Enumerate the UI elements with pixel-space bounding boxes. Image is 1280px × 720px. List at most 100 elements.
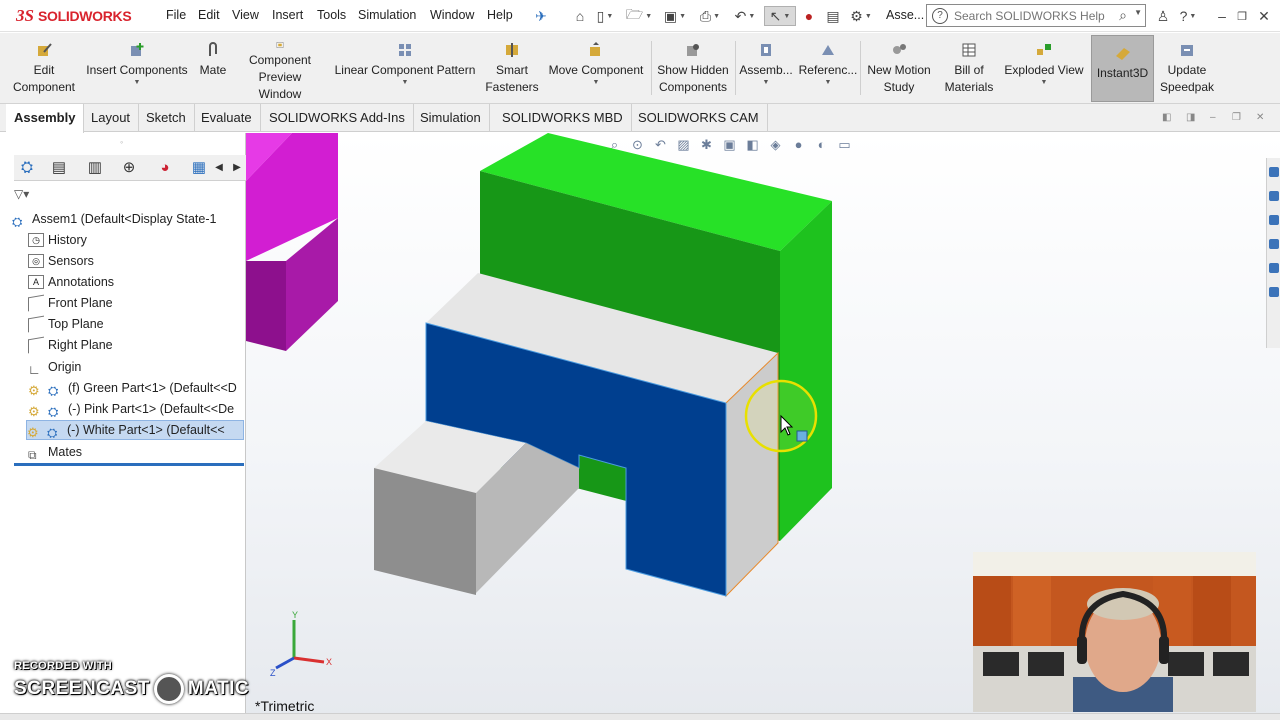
menu-view[interactable]: View xyxy=(232,8,259,22)
scroll-right-icon[interactable]: ▶ xyxy=(226,158,248,178)
menu-file[interactable]: File xyxy=(166,8,186,22)
tree-item-label: Front Plane xyxy=(48,296,113,310)
user-icon[interactable]: ♙ xyxy=(1155,6,1171,26)
doc-close-icon[interactable]: ✕ xyxy=(1256,112,1264,123)
help-icon[interactable]: ? ▼ xyxy=(1175,6,1201,26)
file-properties-icon[interactable]: ▤ xyxy=(822,6,844,26)
tree-item-history[interactable]: ◷ History xyxy=(28,230,260,250)
solidworks-resources-icon[interactable] xyxy=(1269,167,1279,177)
pin-icon[interactable]: ✈ xyxy=(533,6,549,26)
select-arrow-icon[interactable]: ↖ ▼ xyxy=(764,6,796,26)
tree-root-assembly[interactable]: ⛭ Assem1 (Default<Display State-1 xyxy=(12,209,244,229)
bill-of-materials-button[interactable]: Bill of Materials xyxy=(940,33,998,103)
menu-edit[interactable]: Edit xyxy=(198,8,220,22)
tile-left-icon[interactable]: ◧ xyxy=(1162,112,1171,123)
design-library-icon[interactable] xyxy=(1269,191,1279,201)
undo-icon[interactable]: ↶ ▼ xyxy=(730,6,760,26)
tab-add-ins[interactable]: SOLIDWORKS Add-Ins xyxy=(261,104,414,132)
open-folder-icon[interactable]: 🗁 ▼ xyxy=(622,6,656,26)
tab-cam[interactable]: SOLIDWORKS CAM xyxy=(630,104,768,132)
tree-component-green[interactable]: ⚙ ⛭ (f) Green Part<1> (Default<<D xyxy=(28,378,260,398)
restore-icon[interactable]: ❐ xyxy=(1234,6,1250,26)
tree-item-front-plane[interactable]: Front Plane xyxy=(28,293,260,313)
traffic-light-icon[interactable]: ● xyxy=(800,6,818,26)
menu-help[interactable]: Help xyxy=(487,8,513,22)
view-palette-icon[interactable] xyxy=(1269,239,1279,249)
panel-collapse-icon[interactable]: ◦ xyxy=(120,137,123,147)
instant3d-button[interactable]: Instant3D xyxy=(1091,35,1154,102)
new-motion-study-button[interactable]: New Motion Study xyxy=(862,33,936,103)
edit-component-button[interactable]: Edit Component xyxy=(8,33,80,103)
feature-manager-tabs: ⛭ ▤ ▥ ⊕ ◕ ▦ ◀ ▶ xyxy=(14,155,246,181)
search-input[interactable] xyxy=(954,8,1114,23)
linear-component-pattern-button[interactable]: Linear Component Pattern ▼ xyxy=(330,33,480,103)
assembly-features-button[interactable]: Assemb... ▼ xyxy=(738,33,794,103)
tree-item-top-plane[interactable]: Top Plane xyxy=(28,314,260,334)
tab-sketch[interactable]: Sketch xyxy=(138,104,195,132)
file-explorer-icon[interactable] xyxy=(1269,215,1279,225)
smart-fasteners-button[interactable]: Smart Fasteners xyxy=(482,33,542,103)
new-document-icon[interactable]: ▯ ▼ xyxy=(592,6,618,26)
menu-simulation[interactable]: Simulation xyxy=(358,8,416,22)
linear-pattern-icon xyxy=(399,44,411,56)
menu-tools[interactable]: Tools xyxy=(317,8,346,22)
tab-layout[interactable]: Layout xyxy=(83,104,140,132)
tree-component-pink[interactable]: ⚙ ⛭ (-) Pink Part<1> (Default<<De xyxy=(28,399,260,419)
insert-components-button[interactable]: Insert Components ▼ xyxy=(84,33,190,103)
tile-right-icon[interactable]: ◨ xyxy=(1186,112,1195,123)
chevron-down-icon[interactable]: ▼ xyxy=(825,79,832,87)
doc-minimize-icon[interactable]: – xyxy=(1210,112,1216,123)
solidworks-logo[interactable]: 3S SOLIDWORKS xyxy=(16,5,132,27)
cam-tree-icon[interactable]: ▦ xyxy=(188,158,210,178)
task-pane-tabs[interactable] xyxy=(1266,158,1280,348)
menu-window[interactable]: Window xyxy=(430,8,474,22)
tab-simulation[interactable]: Simulation xyxy=(412,104,490,132)
tree-item-annotations[interactable]: A Annotations xyxy=(28,272,260,292)
tree-component-white[interactable]: ⚙ ⛭ (-) White Part<1> (Default<< xyxy=(26,420,244,440)
print-icon[interactable]: ⎙ ▼ xyxy=(694,6,726,26)
chevron-down-icon[interactable]: ▼ xyxy=(763,79,770,87)
tree-item-origin[interactable]: ∟ Origin xyxy=(28,357,260,377)
filter-icon[interactable]: ▽▾ xyxy=(14,187,29,201)
chevron-down-icon[interactable]: ▼ xyxy=(593,79,600,87)
webcam-presenter-image xyxy=(973,552,1256,712)
tree-item-sensors[interactable]: ◎ Sensors xyxy=(28,251,260,271)
dimxpert-icon[interactable]: ⊕ xyxy=(118,158,140,178)
chevron-down-icon[interactable]: ▼ xyxy=(134,79,141,87)
property-manager-icon[interactable]: ▤ xyxy=(48,158,70,178)
mates-paperclip-icon: ⧉ xyxy=(28,448,37,462)
tab-assembly[interactable]: Assembly xyxy=(6,104,85,133)
minimize-icon[interactable]: – xyxy=(1214,6,1230,26)
menu-insert[interactable]: Insert xyxy=(272,8,303,22)
tree-rollback-bar[interactable] xyxy=(14,463,244,466)
configuration-manager-icon[interactable]: ▥ xyxy=(84,158,106,178)
tab-evaluate[interactable]: Evaluate xyxy=(193,104,261,132)
custom-properties-icon[interactable] xyxy=(1269,287,1279,297)
tab-mbd[interactable]: SOLIDWORKS MBD xyxy=(494,104,632,132)
tree-item-mates[interactable]: ⧉ Mates xyxy=(28,442,260,462)
reference-geometry-button[interactable]: Referenc... ▼ xyxy=(798,33,858,103)
search-icon[interactable]: ⌕ xyxy=(1119,7,1127,24)
component-preview-window-button[interactable]: Component Preview Window xyxy=(236,33,324,103)
tree-item-right-plane[interactable]: Right Plane xyxy=(28,335,260,355)
display-manager-icon[interactable]: ◕ xyxy=(154,158,176,178)
save-icon[interactable]: ▣ ▼ xyxy=(660,6,690,26)
exploded-view-button[interactable]: Exploded View ▼ xyxy=(1000,33,1088,103)
doc-restore-icon[interactable]: ❐ xyxy=(1232,112,1241,123)
chevron-down-icon[interactable]: ▼ xyxy=(1041,79,1048,87)
update-speedpak-button[interactable]: Update Speedpak xyxy=(1156,33,1218,103)
pink-part[interactable] xyxy=(246,133,338,351)
show-hidden-components-button[interactable]: Show Hidden Components xyxy=(654,33,732,103)
home-icon[interactable]: ⌂ xyxy=(570,6,590,26)
move-component-button[interactable]: Move Component ▼ xyxy=(545,33,647,103)
tree-component-label: (-) Pink Part<1> (Default<<De xyxy=(68,402,235,416)
close-icon[interactable]: ✕ xyxy=(1256,6,1272,26)
featuremanager-tree-icon[interactable]: ⛭ xyxy=(16,158,38,178)
help-search-box[interactable]: ? ⌕ ▼ xyxy=(926,4,1146,27)
options-gear-icon[interactable]: ⚙ ▼ xyxy=(846,6,876,26)
axis-y-label: Y xyxy=(292,610,298,620)
mate-button[interactable]: Mate xyxy=(194,33,232,103)
appearances-icon[interactable] xyxy=(1269,263,1279,273)
chevron-down-icon[interactable]: ▼ xyxy=(1134,8,1142,17)
chevron-down-icon[interactable]: ▼ xyxy=(402,79,409,87)
